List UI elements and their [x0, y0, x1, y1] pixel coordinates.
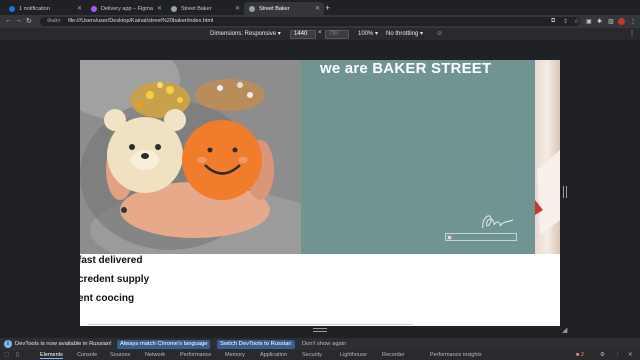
globe-icon	[249, 5, 255, 12]
translate-icon[interactable]: ⧉	[551, 18, 555, 25]
chevron-down-icon: ▾	[277, 31, 281, 37]
match-language-button[interactable]: Always match Chrome's language	[117, 339, 211, 349]
dimensions-dropdown[interactable]: Dimensions: Responsive ▾	[210, 30, 281, 37]
settings-gear-icon[interactable]: ⚙	[600, 352, 605, 358]
close-icon[interactable]: ✕	[315, 5, 320, 12]
browser-tab-street-baker[interactable]: Street Baker ✕	[166, 2, 244, 15]
address-bar-row: ← → ↻ Файл file:///Users/user/Desktop/Ka…	[0, 15, 640, 28]
tab-recorder[interactable]: Recorder	[382, 352, 405, 358]
feature-item: ent coocing	[80, 293, 135, 304]
inspect-icon[interactable]: ⬚	[4, 352, 9, 358]
devtools-language-infobar: i DevTools is now available in Russian! …	[0, 338, 640, 350]
divider	[88, 324, 413, 325]
tab-elements[interactable]: Elements	[40, 352, 63, 359]
hero-photo-buns	[80, 60, 301, 254]
signature-mark	[482, 215, 514, 229]
tab-memory[interactable]: Memory	[225, 352, 245, 358]
browser-tab-street-baker-active[interactable]: Street Baker ✕	[244, 2, 324, 15]
broken-image-icon	[447, 235, 452, 240]
height-input[interactable]: 797	[325, 29, 349, 39]
close-icon[interactable]: ✕	[77, 5, 82, 12]
new-tab-button[interactable]: +	[325, 3, 330, 13]
device-toggle-icon[interactable]: ▯	[16, 352, 19, 358]
tab-label: Street Baker	[181, 5, 212, 12]
browser-tab-notification[interactable]: 1 notification ✕	[4, 2, 86, 15]
tab-performance[interactable]: Performance	[180, 352, 212, 358]
extension-icon[interactable]: ▣	[586, 18, 592, 25]
tab-label: Street Baker	[259, 5, 290, 12]
dimensions-label: Dimensions: Responsive	[210, 31, 277, 37]
globe-icon	[171, 5, 177, 12]
share-icon[interactable]: ⇪	[563, 18, 568, 25]
sidebar-icon[interactable]: ▥	[608, 18, 614, 25]
forward-icon[interactable]: →	[15, 17, 22, 24]
width-input[interactable]: 1440	[290, 29, 316, 39]
favicon-icon	[9, 5, 15, 12]
tab-application[interactable]: Application	[260, 352, 287, 358]
tab-lighthouse[interactable]: Lighthouse	[340, 352, 367, 358]
error-badge[interactable]: ■ 2	[576, 352, 584, 358]
tab-label: 1 notification	[19, 5, 50, 12]
bookmark-star-icon[interactable]: ☆	[574, 18, 579, 25]
back-icon[interactable]: ←	[5, 17, 12, 24]
reload-icon[interactable]: ↻	[26, 17, 32, 25]
zoom-label: 100%	[358, 31, 374, 37]
close-icon[interactable]: ✕	[235, 5, 240, 12]
tab-security[interactable]: Security	[302, 352, 322, 358]
broken-image-placeholder	[445, 233, 517, 241]
feature-item: fast delivered	[80, 255, 143, 266]
extensions-puzzle-icon[interactable]: ✱	[597, 18, 602, 25]
url-text: file:///Users/user/Desktop/Kainat/street…	[68, 18, 214, 24]
viewport-resize-handle-right[interactable]	[563, 186, 567, 198]
error-count: 2	[580, 352, 584, 358]
hero-side-image	[535, 60, 560, 254]
info-icon: i	[4, 340, 12, 348]
switch-language-button[interactable]: Switch DevTools to Russian	[217, 339, 295, 349]
close-icon[interactable]: ✕	[157, 5, 162, 12]
viewport-resize-handle-bottom[interactable]	[313, 328, 327, 332]
tab-label: Delivery app – Figma	[101, 5, 153, 12]
url-field[interactable]: Файл file:///Users/user/Desktop/Kainat/s…	[40, 17, 580, 26]
menu-dots-icon[interactable]: ⋮	[630, 18, 636, 25]
rendered-page: we are BAKER STREET fast delivered crede…	[80, 60, 560, 326]
url-scheme: Файл	[47, 18, 61, 24]
tab-performance-insights[interactable]: Performance insights	[430, 352, 482, 358]
browser-tab-bar: 1 notification ✕ Delivery app – Figma ✕ …	[0, 0, 640, 15]
bear-and-smiley-buns-image	[80, 60, 301, 254]
devtools-panel-tabs: ⬚ ▯ Elements Console Sources Network Per…	[0, 350, 640, 360]
hero-headline: we are BAKER STREET	[320, 60, 492, 77]
device-toolbar: Dimensions: Responsive ▾ 1440 × 797 100%…	[0, 28, 640, 40]
more-options-icon[interactable]: ⋮	[615, 352, 621, 358]
infobar-message: DevTools is now available in Russian!	[15, 341, 112, 347]
browser-tab-figma[interactable]: Delivery app – Figma ✕	[86, 2, 166, 15]
viewport-resize-corner-icon[interactable]: ◢	[562, 326, 567, 334]
side-photo	[535, 150, 560, 235]
figma-icon	[91, 5, 97, 12]
chevron-down-icon: ▾	[420, 31, 424, 37]
throttling-label: No throttling	[386, 31, 419, 37]
dont-show-again-link[interactable]: Don't show again	[302, 341, 346, 347]
close-devtools-icon[interactable]: ✕	[628, 352, 633, 358]
dimension-separator: ×	[318, 30, 322, 36]
more-options-icon[interactable]: ⋮	[629, 30, 635, 37]
tab-console[interactable]: Console	[77, 352, 97, 358]
feature-item: credent supply	[80, 274, 150, 285]
rotate-icon[interactable]: ⊘	[437, 30, 442, 37]
error-icon: ■	[576, 352, 580, 358]
avatar[interactable]	[618, 18, 625, 25]
chevron-down-icon: ▾	[375, 31, 379, 37]
hero-teal-panel: we are BAKER STREET	[301, 60, 535, 254]
throttling-dropdown[interactable]: No throttling ▾	[386, 30, 423, 37]
zoom-dropdown[interactable]: 100% ▾	[358, 30, 378, 37]
tab-network[interactable]: Network	[145, 352, 165, 358]
features-section: fast delivered credent supply ent coocin…	[80, 254, 560, 326]
tab-sources[interactable]: Sources	[110, 352, 130, 358]
